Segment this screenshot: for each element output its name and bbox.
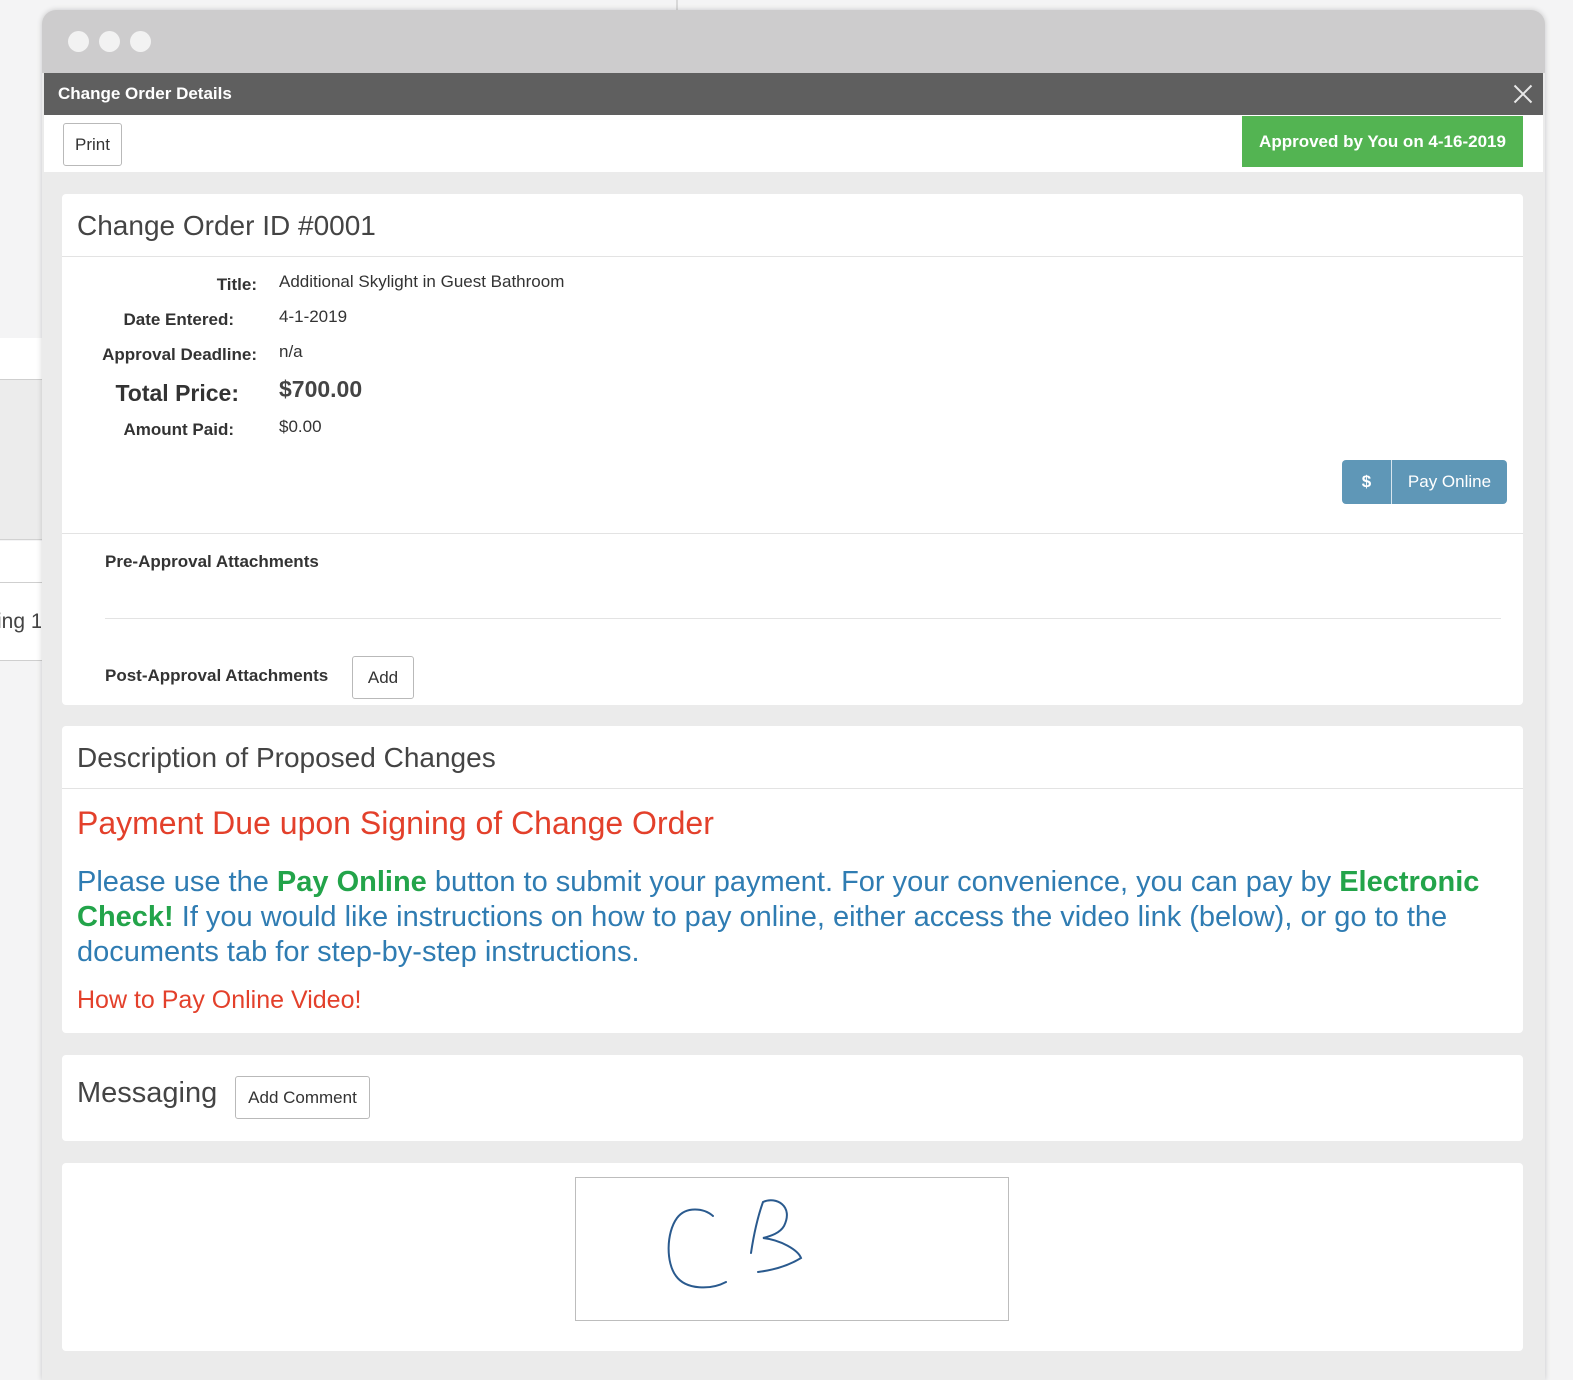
- background-fragment-text: ing 1: [0, 610, 41, 633]
- body-text: button to submit your payment. For your …: [426, 866, 1340, 898]
- total-price-label: Total Price:: [115, 380, 239, 406]
- pay-online-button[interactable]: $ Pay Online: [1342, 460, 1507, 504]
- background-panel: [0, 380, 44, 540]
- change-order-panel: Change Order ID #0001 Title: Additional …: [62, 194, 1523, 705]
- modal-toolbar: Print Approved by You on 4-16-2019: [44, 115, 1543, 172]
- messaging-panel: Messaging Add Comment: [62, 1055, 1523, 1141]
- post-approval-attachments-label: Post-Approval Attachments: [105, 666, 329, 685]
- change-order-header: Change Order ID #0001: [62, 194, 1523, 257]
- dollar-icon[interactable]: $: [1342, 460, 1392, 504]
- modal-title: Change Order Details: [58, 84, 232, 103]
- body-text: If you would like instructions on how to…: [77, 901, 1448, 968]
- date-entered-value: 4-1-2019: [279, 307, 348, 326]
- signature-panel: [62, 1163, 1523, 1351]
- title-label: Title:: [216, 275, 257, 294]
- background-panel: [0, 338, 44, 380]
- change-order-id-heading: Change Order ID #0001: [77, 210, 376, 241]
- divider: [62, 533, 1523, 534]
- window-titlebar: [42, 10, 1545, 73]
- description-heading: Description of Proposed Changes: [77, 742, 496, 773]
- signature-drawing: [667, 1199, 803, 1289]
- approval-deadline-label: Approval Deadline:: [102, 345, 257, 364]
- pay-online-label[interactable]: Pay Online: [1392, 460, 1507, 504]
- date-entered-label: Date Entered:: [123, 310, 234, 329]
- window-minimize-dot[interactable]: [99, 31, 120, 52]
- payment-due-heading: Payment Due upon Signing of Change Order: [77, 805, 714, 841]
- description-body: Please use the Pay Online button to subm…: [77, 865, 1507, 970]
- add-attachment-button[interactable]: Add: [352, 656, 414, 699]
- background-panel: [0, 541, 44, 583]
- divider: [105, 618, 1501, 619]
- amount-paid-label: Amount Paid:: [123, 420, 235, 439]
- total-price-value: $700.00: [279, 376, 363, 402]
- approval-deadline-value: n/a: [279, 342, 303, 361]
- amount-paid-value: $0.00: [279, 417, 322, 436]
- pay-online-emphasis: Pay Online: [276, 866, 427, 898]
- body-text: Please use the: [77, 866, 277, 898]
- approval-status-badge: Approved by You on 4-16-2019: [1242, 116, 1523, 167]
- description-panel: Description of Proposed Changes Payment …: [62, 726, 1523, 1033]
- close-icon[interactable]: [1509, 80, 1537, 108]
- modal-header: Change Order Details: [44, 73, 1543, 115]
- messaging-title: Messaging: [77, 1077, 218, 1109]
- window-zoom-dot[interactable]: [130, 31, 151, 52]
- add-comment-button[interactable]: Add Comment: [235, 1076, 370, 1119]
- description-header: Description of Proposed Changes: [62, 726, 1523, 789]
- browser-window: Change Order Details Print Approved by Y…: [42, 10, 1545, 1380]
- how-to-pay-video-link[interactable]: How to Pay Online Video!: [77, 986, 361, 1015]
- window-close-dot[interactable]: [68, 31, 89, 52]
- pre-approval-attachments-label: Pre-Approval Attachments: [105, 552, 319, 571]
- title-value: Additional Skylight in Guest Bathroom: [279, 272, 565, 291]
- signature-box: [575, 1177, 1009, 1321]
- print-button[interactable]: Print: [63, 123, 122, 166]
